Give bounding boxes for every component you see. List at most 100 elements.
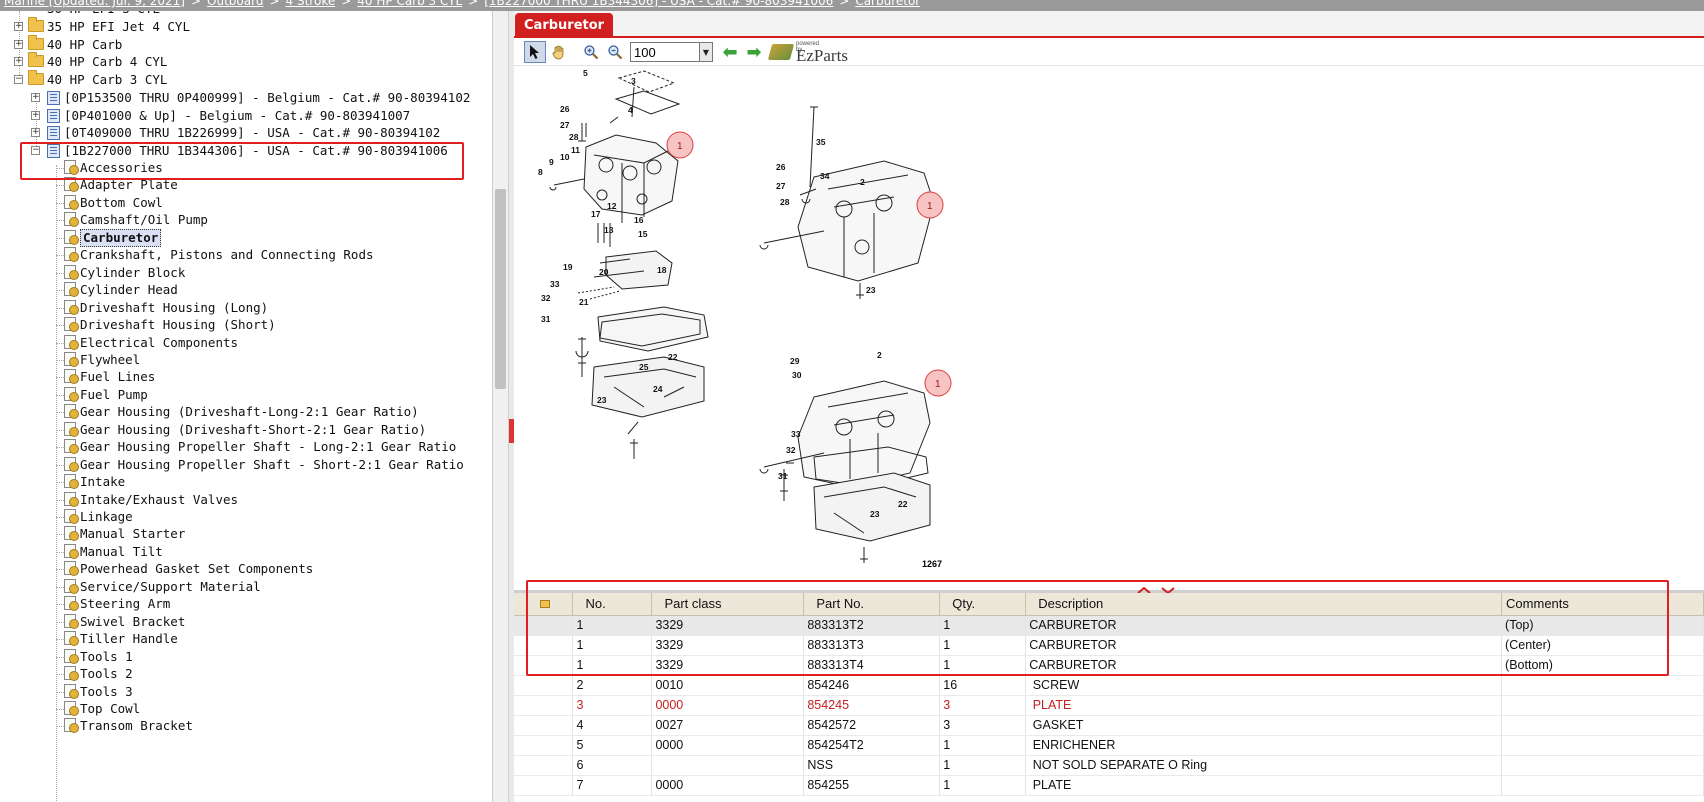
part-callout-number[interactable]: 13 — [604, 225, 614, 235]
forward-arrow-icon[interactable]: ➡ — [743, 41, 765, 63]
part-callout-number[interactable]: 32 — [786, 445, 796, 455]
tree-scrollbar-thumb[interactable] — [495, 189, 506, 389]
breadcrumb-link[interactable]: Carburetor — [855, 0, 920, 8]
table-row[interactable]: 5 0000 854254T2 1 ENRICHENER — [514, 735, 1704, 756]
breadcrumb-links[interactable]: Marine [Updated: Jul. 9, 2021] > Outboard >… — [4, 0, 920, 8]
part-callout-number[interactable]: 8 — [538, 167, 543, 177]
expand-icon[interactable]: + — [14, 39, 23, 49]
column-header-qty[interactable]: Qty. — [939, 593, 1027, 616]
table-row[interactable]: 7 0000 854255 1 PLATE — [514, 775, 1704, 796]
part-callout-number[interactable]: 30 — [792, 370, 802, 380]
part-callout-number[interactable]: 22 — [668, 352, 678, 362]
zoom-dropdown-button[interactable]: ▼ — [700, 42, 713, 62]
tab-carburetor[interactable]: Carburetor — [515, 13, 614, 38]
zoom-level-input[interactable] — [630, 42, 700, 62]
part-callout-number[interactable]: 2 — [860, 177, 865, 187]
tree-scrollbar[interactable] — [493, 11, 508, 802]
expand-icon[interactable]: + — [14, 57, 23, 66]
part-callout-number[interactable]: 23 — [597, 395, 607, 405]
part-callout-number[interactable]: 2 — [877, 350, 882, 360]
part-callout-number[interactable]: 26 — [560, 104, 570, 114]
part-callout-number[interactable]: 16 — [634, 215, 644, 225]
part-callout-number[interactable]: 19 — [563, 262, 573, 272]
expand-icon[interactable]: + — [31, 128, 40, 137]
cell-qty: 16 — [939, 675, 1027, 696]
part-callout-number[interactable]: 12 — [607, 201, 617, 211]
part-callout-number[interactable]: 15 — [638, 229, 648, 239]
expand-icon[interactable]: + — [31, 110, 40, 120]
column-header-part-class[interactable]: Part class — [651, 593, 805, 616]
highlighted-callout-label[interactable]: 1 — [677, 141, 683, 152]
table-row[interactable]: 2 0010 854246 16 SCREW — [514, 675, 1704, 696]
catalog-tree: 30 HP EFI 3 CYL+35 HP EFI Jet 4 CYL+40 H… — [0, 11, 493, 802]
diagram-page-icon — [64, 613, 79, 629]
pointer-tool-icon[interactable] — [524, 41, 546, 63]
collapse-icon[interactable]: − — [31, 145, 40, 155]
part-callout-number[interactable]: 4 — [628, 105, 633, 115]
expand-icon[interactable]: + — [31, 93, 40, 102]
cell-desc: CARBURETOR — [1025, 655, 1503, 676]
table-row[interactable]: 3 0000 854245 3 PLATE — [514, 695, 1704, 716]
part-callout-number[interactable]: 33 — [550, 279, 560, 289]
zoom-out-icon[interactable] — [604, 41, 626, 63]
part-callout-number[interactable]: 29 — [790, 356, 800, 366]
back-arrow-icon[interactable]: ⬅ — [719, 41, 741, 63]
expand-icon[interactable]: + — [14, 22, 23, 31]
part-callout-number[interactable]: 35 — [816, 137, 826, 147]
part-callout-number[interactable]: 33 — [791, 429, 801, 439]
part-callout-number[interactable]: 27 — [560, 120, 570, 130]
cell-qty: 1 — [939, 635, 1027, 656]
part-callout-number[interactable]: 5 — [583, 68, 588, 78]
highlighted-callout-label[interactable]: 1 — [935, 379, 941, 390]
part-callout-number[interactable]: 3 — [631, 76, 636, 86]
part-callout-number[interactable]: 23 — [870, 509, 880, 519]
tree-page-label: Tools 1 — [80, 648, 133, 664]
cell-no: 6 — [572, 755, 653, 776]
part-callout-number[interactable]: 17 — [591, 209, 601, 219]
column-header-description[interactable]: Description — [1025, 593, 1503, 616]
highlighted-callout-label[interactable]: 1 — [927, 201, 933, 212]
collapse-icon[interactable]: − — [14, 74, 23, 84]
table-row[interactable]: 1 3329 883313T3 1 CARBURETOR (Center) — [514, 635, 1704, 656]
part-callout-number[interactable]: 20 — [599, 267, 609, 277]
breadcrumb-link[interactable]: Marine [Updated: Jul. 9, 2021] — [4, 0, 185, 8]
zoom-in-icon[interactable] — [580, 41, 602, 63]
breadcrumb-link[interactable]: 4 Stroke — [286, 0, 336, 8]
cell-desc: CARBURETOR — [1025, 635, 1503, 656]
part-callout-number[interactable]: 26 — [776, 162, 786, 172]
pan-hand-icon[interactable] — [548, 41, 570, 63]
part-callout-number[interactable]: 23 — [866, 285, 876, 295]
part-callout-number[interactable]: 31 — [541, 314, 551, 324]
column-header-part-no[interactable]: Part No. — [803, 593, 941, 616]
part-callout-number[interactable]: 28 — [780, 197, 790, 207]
part-callout-number[interactable]: 24 — [653, 384, 663, 394]
part-callout-number[interactable]: 10 — [560, 152, 570, 162]
part-callout-number[interactable]: 25 — [639, 362, 649, 372]
part-callout-number[interactable]: 9 — [549, 157, 554, 167]
part-callout-number[interactable]: 27 — [776, 181, 786, 191]
table-row[interactable]: 6 NSS 1 NOT SOLD SEPARATE O Ring — [514, 755, 1704, 776]
exploded-parts-diagram[interactable]: 5 3 4 26 27 28 11 10 9 8 17 12 16 13 15 19 20 18 33 32 21 31 2… — [514, 67, 1704, 587]
part-callout-number[interactable]: 18 — [657, 265, 667, 275]
tree-page-label: Fuel Pump — [80, 386, 148, 402]
part-callout-number[interactable]: 28 — [569, 132, 579, 142]
table-row[interactable]: 1 3329 883313T2 1 CARBURETOR (Top) — [514, 615, 1704, 636]
figure-number: 1267 — [922, 559, 942, 569]
part-callout-number[interactable]: 11 — [571, 145, 580, 155]
table-row[interactable]: 4 0027 8542572 3 GASKET — [514, 715, 1704, 736]
part-callout-number[interactable]: 31 — [778, 471, 788, 481]
diagram-page-icon — [64, 404, 79, 420]
part-callout-number[interactable]: 21 — [579, 297, 589, 307]
breadcrumb-link[interactable]: 40 HP Carb 3 CYL — [357, 0, 462, 8]
part-callout-number[interactable]: 34 — [820, 171, 830, 181]
panel-resize-handle[interactable] — [1136, 587, 1176, 593]
tree-page-label: Powerhead Gasket Set Components — [80, 561, 314, 577]
part-callout-number[interactable]: 32 — [541, 293, 551, 303]
column-options-icon[interactable] — [514, 593, 574, 616]
table-row[interactable]: 1 3329 883313T4 1 CARBURETOR (Bottom) — [514, 655, 1704, 676]
breadcrumb-link[interactable]: Outboard — [207, 0, 263, 8]
part-callout-number[interactable]: 22 — [898, 499, 908, 509]
column-header-comments[interactable]: Comments — [1501, 593, 1704, 616]
breadcrumb-link[interactable]: [1B227000 THRU 1B344306] - USA - Cat.# 9… — [484, 0, 833, 8]
column-header-no[interactable]: No. — [572, 593, 653, 616]
